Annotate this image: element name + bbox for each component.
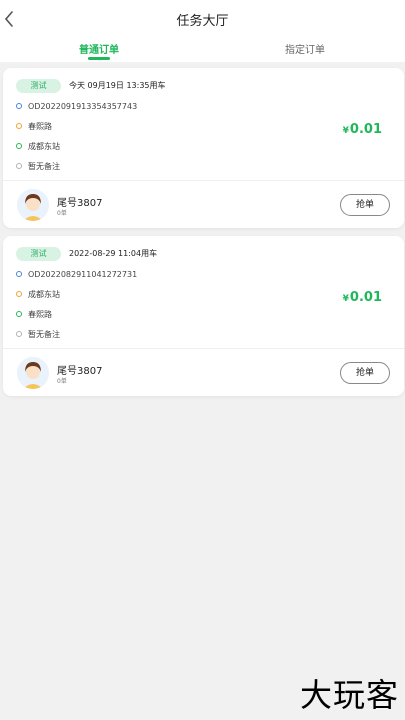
- order-price: ¥0.01: [343, 290, 382, 305]
- order-time: 今天 09月19日 13:35用车: [69, 81, 166, 90]
- order-id: OD2022091913354357743: [28, 101, 138, 111]
- start-location-row: 成都东站: [16, 288, 60, 300]
- order-id-row: OD2022082911041272731: [16, 268, 137, 280]
- order-note: 暂无备注: [28, 329, 60, 339]
- watermark-logo: 大玩客: [299, 676, 399, 714]
- currency-symbol: ¥: [342, 294, 349, 304]
- grab-order-button[interactable]: 抢单: [340, 362, 390, 384]
- start-dot-icon: [16, 291, 22, 297]
- order-card[interactable]: 测试 2022-08-29 11:04用车 OD2022082911041272…: [3, 236, 404, 396]
- test-tag: 测试: [16, 79, 61, 93]
- end-dot-icon: [16, 143, 22, 149]
- page-title: 任务大厅: [176, 14, 229, 29]
- start-location-row: 春熙路: [16, 120, 52, 132]
- user-order-count: 0单: [57, 378, 67, 385]
- currency-symbol: ¥: [342, 126, 349, 136]
- card-divider: [3, 348, 404, 349]
- user-order-count: 0单: [57, 210, 67, 217]
- user-avatar-icon: [17, 189, 49, 221]
- start-dot-icon: [16, 123, 22, 129]
- user-name: 尾号3807: [57, 198, 103, 209]
- order-time: 2022-08-29 11:04用车: [69, 249, 158, 258]
- order-id-dot-icon: [16, 103, 22, 109]
- end-dot-icon: [16, 311, 22, 317]
- user-name: 尾号3807: [57, 366, 103, 377]
- start-location: 春熙路: [28, 121, 52, 131]
- order-id-dot-icon: [16, 271, 22, 277]
- note-row: 暂无备注: [16, 328, 60, 340]
- top-bar: 任务大厅 普通订单 指定订单: [0, 0, 405, 62]
- price-value: 0.01: [349, 290, 382, 305]
- end-location: 成都东站: [28, 141, 60, 151]
- note-row: 暂无备注: [16, 160, 60, 172]
- order-id: OD2022082911041272731: [28, 269, 138, 279]
- grab-order-button[interactable]: 抢单: [340, 194, 390, 216]
- test-tag: 测试: [16, 247, 61, 261]
- end-location-row: 春熙路: [16, 308, 52, 320]
- note-dot-icon: [16, 331, 22, 337]
- order-card[interactable]: 测试 今天 09月19日 13:35用车 OD20220919133543577…: [3, 68, 404, 228]
- end-location-row: 成都东站: [16, 140, 60, 152]
- card-divider: [3, 180, 404, 181]
- note-dot-icon: [16, 163, 22, 169]
- active-tab-indicator: [88, 57, 110, 60]
- tab-assigned-orders[interactable]: 指定订单: [265, 41, 345, 56]
- end-location: 春熙路: [28, 309, 52, 319]
- user-avatar-icon: [17, 357, 49, 389]
- order-id-row: OD2022091913354357743: [16, 100, 137, 112]
- order-price: ¥0.01: [343, 122, 382, 137]
- start-location: 成都东站: [28, 289, 60, 299]
- avatar: [17, 357, 49, 389]
- price-value: 0.01: [349, 122, 382, 137]
- avatar: [17, 189, 49, 221]
- order-note: 暂无备注: [28, 161, 60, 171]
- tab-normal-orders[interactable]: 普通订单: [59, 41, 139, 56]
